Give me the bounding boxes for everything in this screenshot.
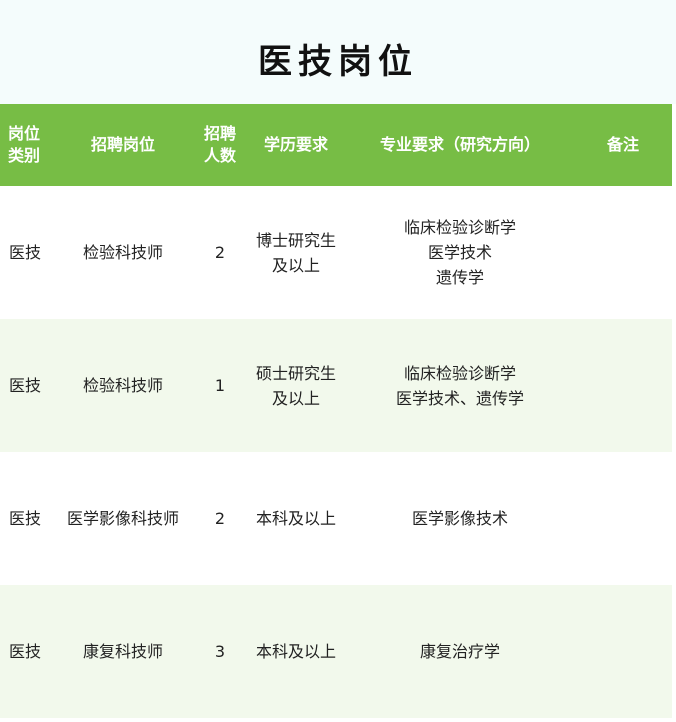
cell-major: 康复治疗学 <box>419 642 500 661</box>
header-education: 学历要求 <box>263 135 328 154</box>
cell-position: 医学影像科技师 <box>66 509 179 528</box>
cell-category: 医技 <box>9 376 42 395</box>
cell-remarks <box>574 585 672 718</box>
cell-position: 检验科技师 <box>82 243 163 262</box>
table-row: 医技 康复科技师 3 本科及以上 康复治疗学 <box>0 585 672 718</box>
cell-count: 3 <box>214 642 226 661</box>
cell-position: 检验科技师 <box>82 376 163 395</box>
cell-count: 2 <box>214 243 226 262</box>
cell-remarks <box>574 452 672 585</box>
cell-education: 本科及以上 <box>255 642 336 661</box>
cell-remarks <box>574 319 672 452</box>
header-category: 岗位 类别 <box>8 124 41 165</box>
cell-education: 硕士研究生 及以上 <box>255 363 336 408</box>
cell-count: 2 <box>214 509 226 528</box>
cell-education: 博士研究生 及以上 <box>255 230 336 275</box>
page: 医技岗位 岗位 类别 招聘岗位 招聘 人数 学历要求 专业要求（研究方向） 备注… <box>0 0 676 722</box>
positions-table: 岗位 类别 招聘岗位 招聘 人数 学历要求 专业要求（研究方向） 备注 医技 检… <box>0 104 672 718</box>
table-row: 医技 检验科技师 2 博士研究生 及以上 临床检验诊断学 医学技术 遗传学 <box>0 186 672 319</box>
table-row: 医技 医学影像科技师 2 本科及以上 医学影像技术 <box>0 452 672 585</box>
title-band: 医技岗位 <box>0 0 676 104</box>
cell-education: 本科及以上 <box>255 509 336 528</box>
cell-category: 医技 <box>9 243 42 262</box>
cell-major: 医学影像技术 <box>411 509 508 528</box>
header-count: 招聘 人数 <box>203 124 236 165</box>
cell-remarks <box>574 186 672 319</box>
cell-major: 临床检验诊断学 医学技术 遗传学 <box>403 218 516 287</box>
cell-count: 1 <box>214 376 226 395</box>
cell-category: 医技 <box>9 642 42 661</box>
table-header-row: 岗位 类别 招聘岗位 招聘 人数 学历要求 专业要求（研究方向） 备注 <box>0 104 672 186</box>
header-major: 专业要求（研究方向） <box>379 135 540 154</box>
cell-category: 医技 <box>9 509 42 528</box>
page-title: 医技岗位 <box>258 41 418 82</box>
cell-major: 临床检验诊断学 医学技术、遗传学 <box>395 363 524 408</box>
header-remarks: 备注 <box>606 135 639 154</box>
cell-position: 康复科技师 <box>82 642 163 661</box>
table-row: 医技 检验科技师 1 硕士研究生 及以上 临床检验诊断学 医学技术、遗传学 <box>0 319 672 452</box>
header-position: 招聘岗位 <box>90 135 155 154</box>
